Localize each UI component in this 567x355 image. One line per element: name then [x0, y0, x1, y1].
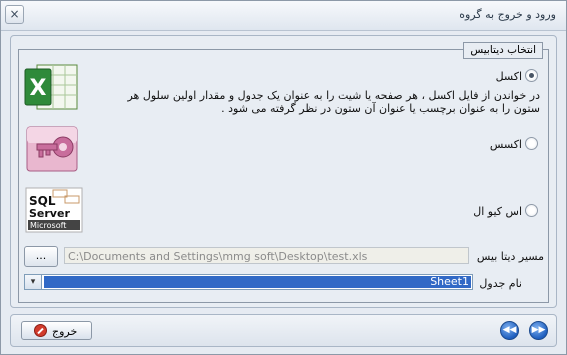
option-label-excel: اکسل: [495, 70, 522, 83]
sql-logo-line1: SQL: [29, 194, 56, 208]
next-button[interactable]: ▶▶: [529, 321, 548, 340]
table-name-label: نام جدول: [479, 277, 522, 290]
close-button[interactable]: ×: [5, 5, 24, 24]
table-name-value: Sheet1: [44, 276, 471, 288]
excel-icon-letter: X: [30, 76, 47, 101]
exit-button[interactable]: خروج: [21, 321, 92, 340]
previous-button[interactable]: ◀◀: [500, 321, 519, 340]
access-icon: [26, 126, 78, 172]
option-label-access: اکسس: [489, 138, 522, 151]
main-panel: انتخاب دیتابیس: [10, 35, 557, 308]
browse-button[interactable]: ...: [24, 246, 58, 267]
excel-icon: X: [24, 64, 78, 110]
exit-button-label: خروج: [52, 325, 78, 338]
chevron-down-icon[interactable]: ▾: [25, 275, 42, 289]
radio-sql[interactable]: [525, 204, 538, 217]
group-title: انتخاب دیتابیس: [463, 42, 543, 59]
database-path-label: مسیر دیتا بیس: [476, 250, 544, 263]
excel-description: در خواندن از فایل اکسل ، هر صفحه یا شیت …: [127, 89, 540, 115]
option-label-sql: اس کیو ال: [473, 205, 522, 218]
sql-logo-line3: Microsoft: [30, 221, 66, 230]
window-title: ورود و خروج به گروه: [459, 8, 556, 21]
sql-server-icon: SQL Server Microsoft: [25, 187, 83, 233]
exit-icon: [34, 324, 47, 337]
footer-bar: [10, 314, 557, 347]
table-name-select[interactable]: ▾ Sheet1: [24, 274, 473, 290]
title-bar: × ورود و خروج به گروه: [1, 1, 566, 31]
database-path-input[interactable]: C:\Documents and Settings\mmg soft\Deskt…: [64, 247, 469, 264]
window: × ورود و خروج به گروه انتخاب دیتابیس اکس…: [0, 0, 567, 355]
database-group: انتخاب دیتابیس: [18, 42, 549, 303]
radio-access[interactable]: [525, 137, 538, 150]
radio-excel[interactable]: [525, 69, 538, 82]
sql-logo-line2: Server: [29, 207, 70, 220]
